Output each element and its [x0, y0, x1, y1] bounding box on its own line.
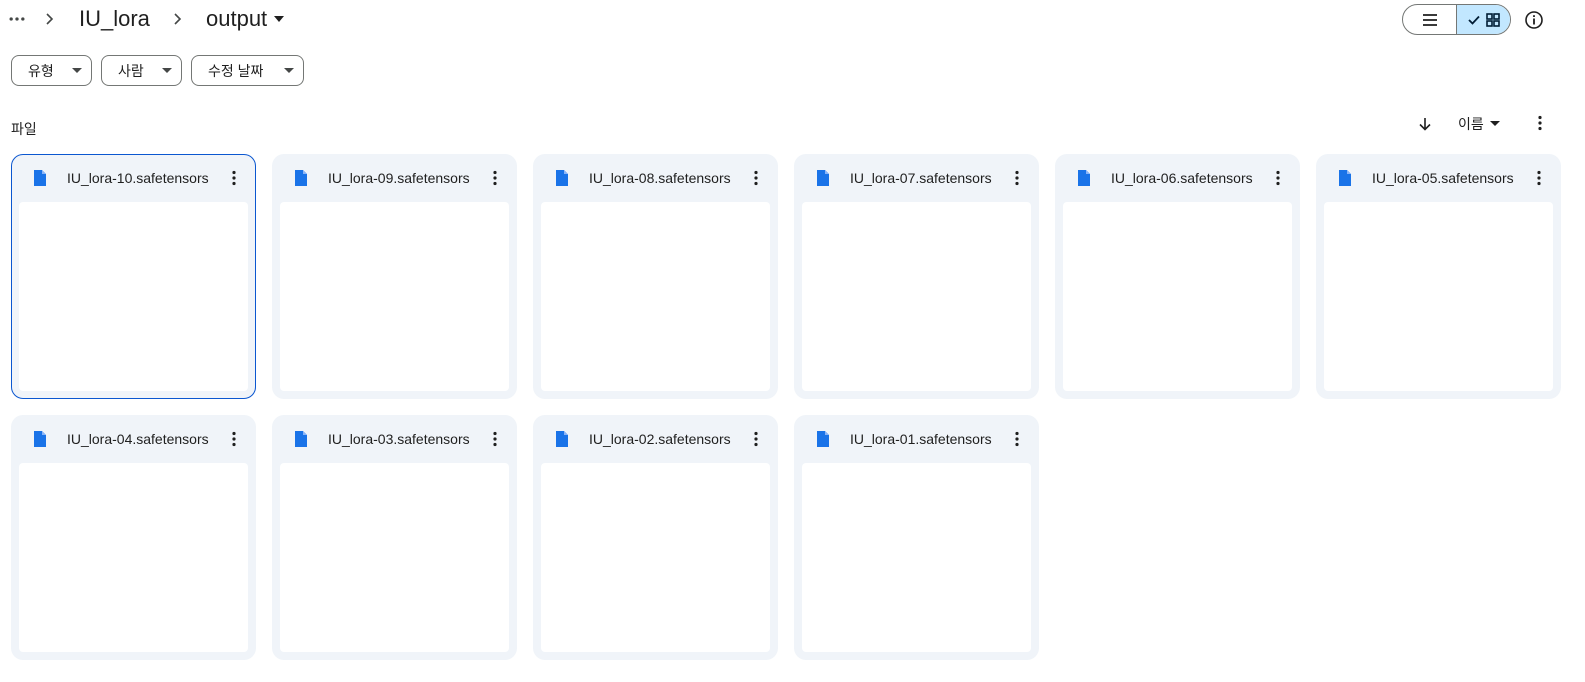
file-name: IU_lora-06.safetensors — [1111, 170, 1253, 186]
arrow-drop-down-icon — [284, 67, 294, 73]
chevron-right-icon — [170, 10, 186, 28]
sort-by-label: 이름 — [1458, 116, 1484, 132]
check-icon — [1467, 15, 1480, 25]
arrow-drop-down-icon — [1489, 121, 1500, 126]
more-vert-icon[interactable] — [221, 165, 247, 191]
file-card-header: IU_lora-06.safetensors — [1055, 154, 1300, 202]
file-card-header: IU_lora-07.safetensors — [794, 154, 1039, 202]
more-horiz-icon[interactable] — [4, 6, 30, 32]
arrow-drop-down-icon — [72, 67, 82, 73]
document-icon — [1339, 170, 1351, 186]
file-name: IU_lora-10.safetensors — [67, 170, 209, 186]
file-thumbnail — [541, 202, 770, 391]
more-vert-icon[interactable] — [482, 426, 508, 452]
file-card-header: IU_lora-04.safetensors — [11, 415, 256, 463]
file-card[interactable]: IU_lora-02.safetensors — [533, 415, 778, 660]
more-vert-icon[interactable] — [482, 165, 508, 191]
document-icon — [34, 431, 46, 447]
arrow-down-icon — [1419, 118, 1431, 131]
document-icon — [817, 431, 829, 447]
filter-type-label: 유형 — [28, 62, 54, 79]
file-card[interactable]: IU_lora-03.safetensors — [272, 415, 517, 660]
file-card[interactable]: IU_lora-09.safetensors — [272, 154, 517, 399]
file-card[interactable]: IU_lora-01.safetensors — [794, 415, 1039, 660]
more-vert-icon[interactable] — [221, 426, 247, 452]
file-card[interactable]: IU_lora-10.safetensors — [11, 154, 256, 399]
file-card-header: IU_lora-05.safetensors — [1316, 154, 1561, 202]
file-thumbnail — [802, 202, 1031, 391]
document-icon — [1078, 170, 1090, 186]
file-card-header: IU_lora-09.safetensors — [272, 154, 517, 202]
view-toggle — [1402, 4, 1511, 35]
document-icon — [556, 170, 568, 186]
file-card-header: IU_lora-03.safetensors — [272, 415, 517, 463]
file-card-header: IU_lora-10.safetensors — [11, 154, 254, 202]
file-card[interactable]: IU_lora-04.safetensors — [11, 415, 256, 660]
filter-people-label: 사람 — [118, 62, 144, 79]
document-icon — [556, 431, 568, 447]
filter-people-chip[interactable]: 사람 — [101, 55, 182, 86]
file-name: IU_lora-04.safetensors — [67, 431, 209, 447]
arrow-drop-down-icon — [162, 67, 172, 73]
file-card[interactable]: IU_lora-08.safetensors — [533, 154, 778, 399]
document-icon — [34, 170, 46, 186]
more-vert-icon[interactable] — [743, 426, 769, 452]
breadcrumb-item-iu-lora[interactable]: IU_lora — [79, 4, 150, 34]
filter-type-chip[interactable]: 유형 — [11, 55, 92, 86]
file-card-header: IU_lora-02.safetensors — [533, 415, 778, 463]
file-thumbnail — [280, 463, 509, 652]
breadcrumb-item-output[interactable]: output — [206, 4, 285, 34]
more-vert-icon[interactable] — [743, 165, 769, 191]
filter-modified-chip[interactable]: 수정 날짜 — [191, 55, 304, 86]
file-card-header: IU_lora-01.safetensors — [794, 415, 1039, 463]
info-icon[interactable] — [1520, 6, 1548, 34]
list-view-icon — [1422, 13, 1437, 26]
file-thumbnail — [1324, 202, 1553, 391]
filter-bar: 유형 사람 수정 날짜 — [11, 55, 304, 86]
arrow-drop-down-icon — [274, 16, 285, 22]
file-name: IU_lora-08.safetensors — [589, 170, 731, 186]
chevron-right-icon — [42, 10, 58, 28]
file-name: IU_lora-07.safetensors — [850, 170, 992, 186]
file-card-header: IU_lora-08.safetensors — [533, 154, 778, 202]
file-thumbnail — [19, 202, 248, 391]
grid-view-icon — [1485, 12, 1500, 27]
more-vert-icon[interactable] — [1265, 165, 1291, 191]
more-vert-icon[interactable] — [1004, 426, 1030, 452]
file-name: IU_lora-02.safetensors — [589, 431, 731, 447]
file-name: IU_lora-05.safetensors — [1372, 170, 1514, 186]
file-name: IU_lora-09.safetensors — [328, 170, 470, 186]
document-icon — [295, 170, 307, 186]
file-name: IU_lora-03.safetensors — [328, 431, 470, 447]
sort-by-button[interactable]: 이름 — [1452, 111, 1506, 137]
sort-direction-button[interactable] — [1412, 111, 1438, 137]
more-vert-icon[interactable] — [1527, 110, 1553, 136]
file-thumbnail — [280, 202, 509, 391]
document-icon — [817, 170, 829, 186]
section-title: 파일 — [11, 121, 37, 137]
filter-modified-label: 수정 날짜 — [208, 62, 264, 79]
document-icon — [295, 431, 307, 447]
file-thumbnail — [541, 463, 770, 652]
file-name: IU_lora-01.safetensors — [850, 431, 992, 447]
more-vert-icon[interactable] — [1004, 165, 1030, 191]
more-vert-icon[interactable] — [1526, 165, 1552, 191]
grid-view-button[interactable] — [1456, 5, 1510, 34]
file-card[interactable]: IU_lora-06.safetensors — [1055, 154, 1300, 399]
breadcrumb-current-label: output — [206, 6, 268, 31]
list-view-button[interactable] — [1403, 5, 1456, 34]
file-thumbnail — [1063, 202, 1292, 391]
file-thumbnail — [19, 463, 248, 652]
file-card[interactable]: IU_lora-07.safetensors — [794, 154, 1039, 399]
file-card[interactable]: IU_lora-05.safetensors — [1316, 154, 1561, 399]
file-thumbnail — [802, 463, 1031, 652]
